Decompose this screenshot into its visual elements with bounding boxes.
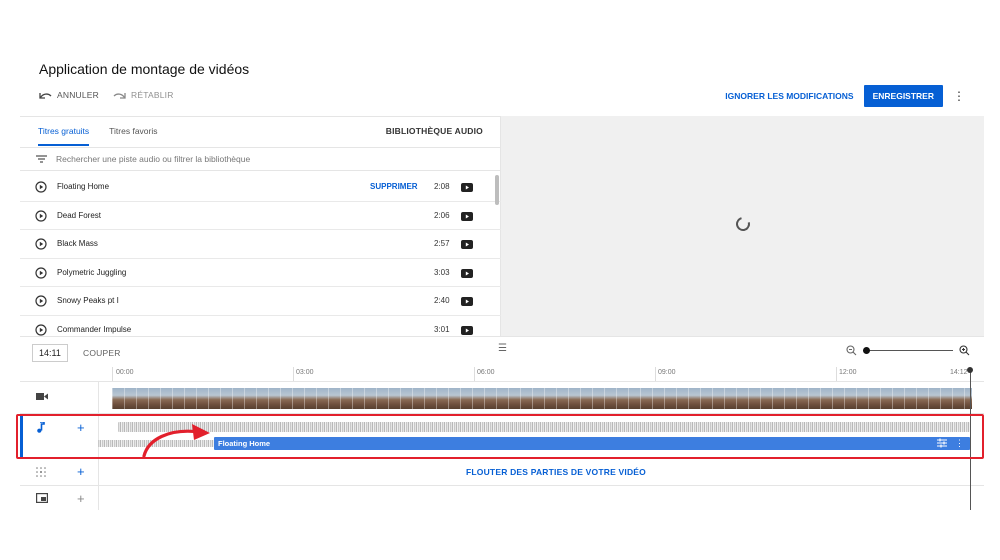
track-duration: 3:01 — [434, 324, 450, 334]
track-duration: 3:03 — [434, 267, 450, 277]
tab-free-titles[interactable]: Titres gratuits — [38, 126, 90, 146]
track-row[interactable]: Polymetric Juggling 3:03 — [20, 259, 501, 287]
page-title: Application de montage de vidéos — [39, 61, 250, 77]
track-list: Floating Home SUPPRIMER 2:08 Dead Forest… — [20, 173, 501, 337]
audio-library-panel: Titres gratuits Titres favoris BIBLIOTHÈ… — [20, 116, 501, 336]
youtube-icon[interactable] — [461, 211, 473, 221]
track-row[interactable]: Commander Impulse 3:01 — [20, 316, 501, 338]
youtube-icon[interactable] — [461, 240, 473, 249]
tab-favorite-titles[interactable]: Titres favoris — [109, 126, 157, 146]
clip-more-icon[interactable]: ⋮ — [955, 438, 964, 448]
track-row[interactable]: Dead Forest 2:06 — [20, 202, 501, 230]
playhead-handle[interactable] — [967, 367, 973, 373]
track-name: Floating Home — [57, 182, 110, 192]
blur-track: + FLOUTER DES PARTIES DE VOTRE VIDÉO — [20, 458, 984, 486]
video-preview — [501, 116, 984, 336]
search-input[interactable]: Rechercher une piste audio ou filtrer la… — [56, 154, 250, 164]
library-tabs: Titres gratuits Titres favoris — [38, 126, 158, 146]
audio-waveform — [118, 422, 970, 432]
ruler-label: 14:12 — [950, 369, 968, 376]
play-circle-icon[interactable] — [35, 295, 47, 307]
cut-button[interactable]: COUPER — [83, 348, 121, 358]
zoom-slider-knob[interactable] — [863, 346, 870, 354]
play-circle-icon[interactable] — [35, 209, 47, 222]
redo-label: RÉTABLIR — [131, 90, 174, 100]
track-duration: 2:40 — [434, 296, 450, 306]
timeline-ruler: 00:00 03:00 06:00 09:00 12:00 14:12 — [112, 366, 972, 382]
track-duration: 2:08 — [434, 182, 450, 192]
end-screen-track: + — [20, 486, 984, 510]
play-circle-icon[interactable] — [35, 323, 47, 336]
blur-parts-link[interactable]: FLOUTER DES PARTIES DE VOTRE VIDÉO — [466, 467, 646, 477]
track-name: Commander Impulse — [57, 324, 132, 334]
more-options-icon[interactable]: ⋮ — [953, 90, 965, 102]
ruler-label: 12:00 — [839, 369, 857, 376]
youtube-icon[interactable] — [461, 297, 473, 306]
red-arrow-annotation — [142, 424, 210, 458]
track-name: Snowy Peaks pt I — [57, 296, 119, 306]
zoom-control — [846, 345, 970, 356]
track-duration: 2:06 — [434, 210, 450, 220]
zoom-out-icon[interactable] — [846, 345, 857, 356]
play-circle-icon[interactable] — [35, 181, 47, 193]
track-row[interactable]: Snowy Peaks pt I 2:40 — [20, 287, 501, 316]
undo-button[interactable]: ANNULER — [39, 90, 99, 100]
resize-handle-icon[interactable]: ☰ — [498, 343, 507, 354]
track-name: Polymetric Juggling — [57, 267, 127, 277]
zoom-slider[interactable] — [863, 346, 953, 355]
track-duration: 2:57 — [434, 239, 450, 249]
audio-library-title: BIBLIOTHÈQUE AUDIO — [385, 126, 483, 136]
youtube-icon[interactable] — [461, 268, 473, 278]
audio-clip[interactable]: Floating Home ⋮ — [214, 437, 970, 450]
video-filmstrip[interactable] — [112, 388, 972, 409]
zoom-slider-rail — [863, 350, 953, 351]
zoom-in-icon[interactable] — [959, 345, 970, 356]
save-button[interactable]: ENREGISTRER — [863, 85, 943, 107]
remove-track-button[interactable]: SUPPRIMER — [370, 182, 418, 191]
video-camera-icon — [36, 393, 48, 400]
music-note-icon — [37, 422, 45, 433]
play-circle-icon[interactable] — [35, 238, 47, 250]
loading-spinner-icon — [733, 214, 753, 234]
track-name: Black Mass — [57, 239, 98, 249]
youtube-icon[interactable] — [461, 325, 473, 335]
ruler-label: 00:00 — [116, 369, 134, 376]
current-time-field[interactable]: 14:11 — [32, 344, 68, 362]
add-audio-icon[interactable]: + — [77, 421, 85, 434]
redo-icon — [113, 93, 126, 99]
undo-label: ANNULER — [57, 90, 100, 100]
video-track — [20, 382, 984, 414]
youtube-icon[interactable] — [461, 183, 473, 192]
add-blur-icon[interactable]: + — [77, 465, 85, 478]
discard-changes-button[interactable]: IGNORER LES MODIFICATIONS — [725, 91, 853, 101]
undo-redo-bar: ANNULER RÉTABLIR — [39, 90, 174, 100]
ruler-label: 09:00 — [658, 369, 676, 376]
track-row[interactable]: Floating Home SUPPRIMER 2:08 — [20, 173, 501, 202]
track-row[interactable]: Black Mass 2:57 — [20, 230, 501, 259]
redo-button[interactable]: RÉTABLIR — [113, 90, 174, 100]
play-circle-icon[interactable] — [35, 266, 47, 279]
audio-clip-label: Floating Home — [218, 439, 271, 448]
track-list-scrollbar[interactable] — [495, 175, 499, 205]
filter-icon — [36, 155, 47, 163]
ruler-label: 03:00 — [296, 369, 314, 376]
end-screen-icon — [36, 493, 48, 503]
audio-search-bar[interactable]: Rechercher une piste audio ou filtrer la… — [20, 147, 501, 171]
audio-settings-icon[interactable] — [937, 438, 947, 448]
ruler-label: 06:00 — [477, 369, 495, 376]
track-name: Dead Forest — [57, 210, 102, 220]
undo-icon — [39, 93, 52, 99]
add-end-screen-icon[interactable]: + — [77, 492, 85, 505]
blur-icon — [36, 467, 46, 477]
header-actions: IGNORER LES MODIFICATIONS ENREGISTRER ⋮ — [725, 85, 965, 107]
playhead[interactable] — [970, 370, 971, 510]
